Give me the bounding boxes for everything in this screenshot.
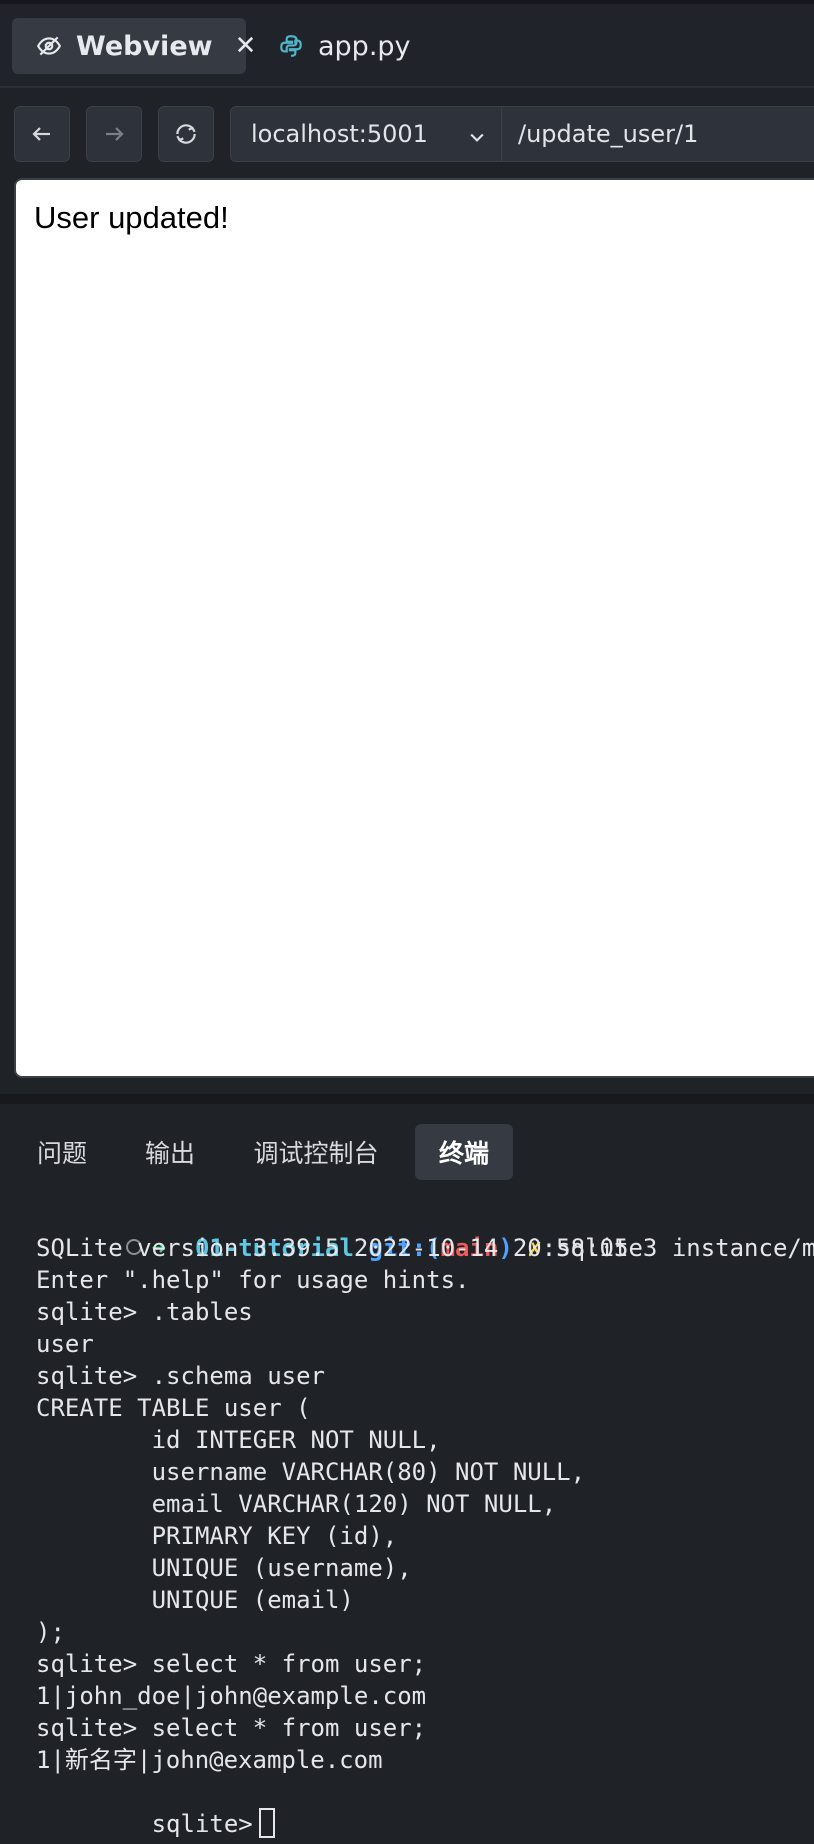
host-select-value: localhost:5001 (251, 120, 428, 148)
host-select[interactable]: localhost:5001 (230, 106, 502, 162)
page-message: User updated! (34, 200, 229, 235)
terminal-line: Enter ".help" for usage hints. (36, 1266, 470, 1294)
tab-output[interactable]: 输出 (124, 1124, 216, 1180)
back-button[interactable] (14, 106, 70, 162)
tab-debug-console[interactable]: 调试控制台 (236, 1124, 396, 1180)
bottom-panel: 问题 输出 调试控制台 终端 ➜ 01-tutorial git:(main) … (0, 1104, 814, 1844)
terminal-line: UNIQUE (email) (36, 1586, 354, 1614)
close-icon[interactable]: ✕ (235, 31, 257, 61)
tab-webview[interactable]: Webview ✕ (12, 18, 256, 74)
terminal-cursor (258, 1808, 275, 1838)
url-path-input[interactable] (502, 106, 814, 162)
panel-divider[interactable] (0, 1094, 814, 1104)
terminal-line: ); (36, 1618, 65, 1646)
panel-tab-bar: 问题 输出 调试控制台 终端 (0, 1124, 814, 1180)
terminal-line: CREATE TABLE user ( (36, 1394, 311, 1422)
eye-icon (36, 33, 62, 59)
arrow-right-icon (106, 127, 124, 141)
forward-button[interactable] (86, 106, 142, 162)
terminal-last-prompt: sqlite> (151, 1810, 253, 1838)
terminal-line: 1|新名字|john@example.com (36, 1746, 383, 1774)
arrow-left-icon (32, 127, 50, 141)
terminal-line: SQLite version 3.39.5 2022-10-14 20:58:0… (36, 1234, 629, 1262)
editor-tab-bar: Webview ✕ app.py (0, 0, 814, 88)
terminal-line: email VARCHAR(120) NOT NULL, (36, 1490, 557, 1518)
terminal-line: PRIMARY KEY (id), (36, 1522, 398, 1550)
terminal-line: sqlite> .schema user (36, 1362, 325, 1390)
webview-content: User updated! (14, 178, 814, 1078)
webview-toolbar: localhost:5001 (0, 88, 814, 178)
terminal-line: UNIQUE (username), (36, 1554, 412, 1582)
ide-window: Webview ✕ app.py localhost:5001 /update_… (0, 0, 814, 1844)
chevron-down-icon (467, 125, 487, 153)
terminal-input-line[interactable]: sqlite> (36, 1776, 275, 1838)
tab-app-py-label: app.py (318, 30, 411, 62)
reload-button[interactable] (158, 106, 214, 162)
python-icon (278, 33, 304, 59)
terminal-line: 1|john_doe|john@example.com (36, 1682, 427, 1710)
refresh-icon (176, 124, 196, 144)
tab-webview-label: Webview (76, 30, 213, 62)
tab-app-py[interactable]: app.py (272, 18, 432, 74)
terminal-line: id INTEGER NOT NULL, (36, 1426, 441, 1454)
terminal-line: sqlite> select * from user; (36, 1650, 427, 1678)
terminal-line: sqlite> .tables (36, 1298, 253, 1326)
terminal-line: sqlite> select * from user; (36, 1714, 427, 1742)
tab-terminal[interactable]: 终端 (415, 1124, 513, 1180)
terminal-line: username VARCHAR(80) NOT NULL, (36, 1458, 586, 1486)
tab-problems[interactable]: 问题 (18, 1124, 106, 1180)
terminal-line: user (36, 1330, 94, 1358)
terminal-prompt-line: ➜ 01-tutorial git:(main) ✗ sqlite3 insta… (10, 1200, 814, 1262)
